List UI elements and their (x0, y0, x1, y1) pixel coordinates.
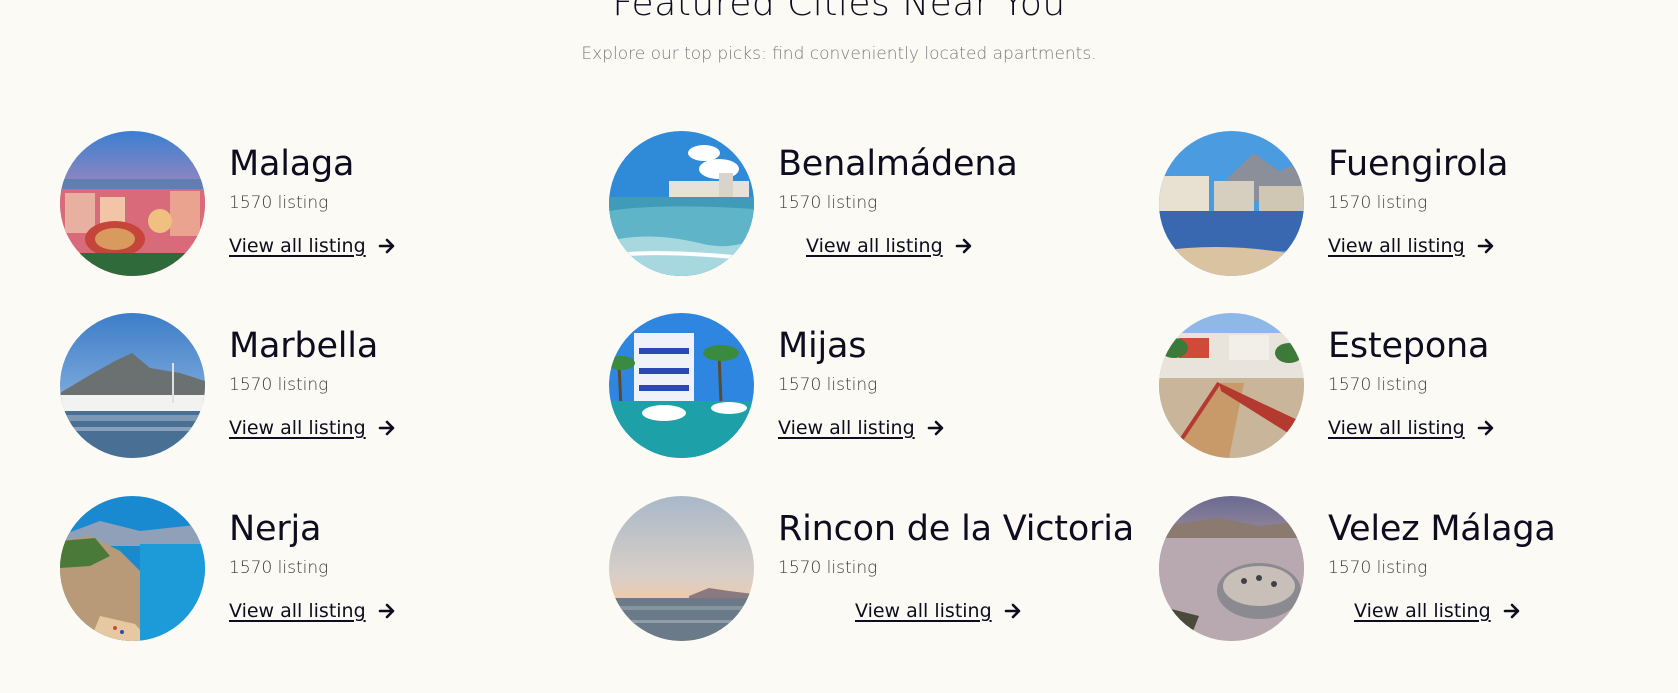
listing-count: 1570 listing (229, 375, 329, 395)
arrow-right-icon (955, 238, 971, 254)
listing-count: 1570 listing (1328, 558, 1428, 578)
fuengirola-photo[interactable] (1159, 131, 1304, 276)
arrow-right-icon (378, 238, 394, 254)
benalmadena-photo[interactable] (609, 131, 754, 276)
city-name: Nerja (229, 509, 322, 549)
city-card-malaga: Malaga 1570 listing View all listing (60, 131, 580, 277)
arrow-right-icon (1477, 420, 1493, 436)
view-all-listing-label: View all listing (778, 417, 915, 439)
view-all-listing-link[interactable]: View all listing (1328, 417, 1495, 439)
city-card-mijas: Mijas 1570 listing View all listing (609, 313, 1129, 459)
view-all-listing-link[interactable]: View all listing (806, 235, 973, 257)
view-all-listing-label: View all listing (229, 235, 366, 257)
view-all-listing-label: View all listing (1354, 600, 1491, 622)
marbella-photo[interactable] (60, 313, 205, 458)
view-all-listing-label: View all listing (1328, 417, 1465, 439)
listing-count: 1570 listing (229, 558, 329, 578)
estepona-photo[interactable] (1159, 313, 1304, 458)
city-card-rincon-de-la-victoria: Rincon de la Victoria 1570 listing View … (609, 496, 1134, 642)
view-all-listing-label: View all listing (229, 600, 366, 622)
city-card-estepona: Estepona 1570 listing View all listing (1159, 313, 1678, 459)
velez-photo[interactable] (1159, 496, 1304, 641)
city-name: Fuengirola (1328, 144, 1509, 184)
view-all-listing-link[interactable]: View all listing (1354, 600, 1521, 622)
arrow-right-icon (378, 603, 394, 619)
listing-count: 1570 listing (778, 375, 878, 395)
arrow-right-icon (378, 420, 394, 436)
city-name: Estepona (1328, 326, 1490, 366)
rincon-photo[interactable] (609, 496, 754, 641)
view-all-listing-label: View all listing (855, 600, 992, 622)
city-card-benalmadena: Benalmádena 1570 listing View all listin… (609, 131, 1129, 277)
arrow-right-icon (1503, 603, 1519, 619)
city-name: Mijas (778, 326, 867, 366)
arrow-right-icon (1477, 238, 1493, 254)
view-all-listing-link[interactable]: View all listing (229, 417, 396, 439)
view-all-listing-label: View all listing (229, 417, 366, 439)
mijas-photo[interactable] (609, 313, 754, 458)
city-name: Malaga (229, 144, 355, 184)
view-all-listing-link[interactable]: View all listing (778, 417, 945, 439)
listing-count: 1570 listing (778, 193, 878, 213)
city-name: Velez Málaga (1328, 509, 1556, 549)
malaga-photo[interactable] (60, 131, 205, 276)
view-all-listing-link[interactable]: View all listing (1328, 235, 1495, 257)
city-name: Marbella (229, 326, 379, 366)
listing-count: 1570 listing (778, 558, 878, 578)
city-card-fuengirola: Fuengirola 1570 listing View all listing (1159, 131, 1678, 277)
listing-count: 1570 listing (1328, 193, 1428, 213)
section-subtitle: Explore our top picks: find conveniently… (581, 44, 1097, 64)
view-all-listing-link[interactable]: View all listing (229, 600, 396, 622)
arrow-right-icon (927, 420, 943, 436)
view-all-listing-label: View all listing (806, 235, 943, 257)
section-title: Featured Cities Near You (612, 0, 1066, 24)
listing-count: 1570 listing (1328, 375, 1428, 395)
listing-count: 1570 listing (229, 193, 329, 213)
city-name: Rincon de la Victoria (778, 509, 1135, 549)
view-all-listing-link[interactable]: View all listing (229, 235, 396, 257)
city-card-velez-malaga: Velez Málaga 1570 listing View all listi… (1159, 496, 1678, 642)
city-card-marbella: Marbella 1570 listing View all listing (60, 313, 580, 459)
arrow-right-icon (1004, 603, 1020, 619)
city-card-nerja: Nerja 1570 listing View all listing (60, 496, 580, 642)
nerja-photo[interactable] (60, 496, 205, 641)
view-all-listing-link[interactable]: View all listing (855, 600, 1022, 622)
city-name: Benalmádena (778, 144, 1018, 184)
view-all-listing-label: View all listing (1328, 235, 1465, 257)
